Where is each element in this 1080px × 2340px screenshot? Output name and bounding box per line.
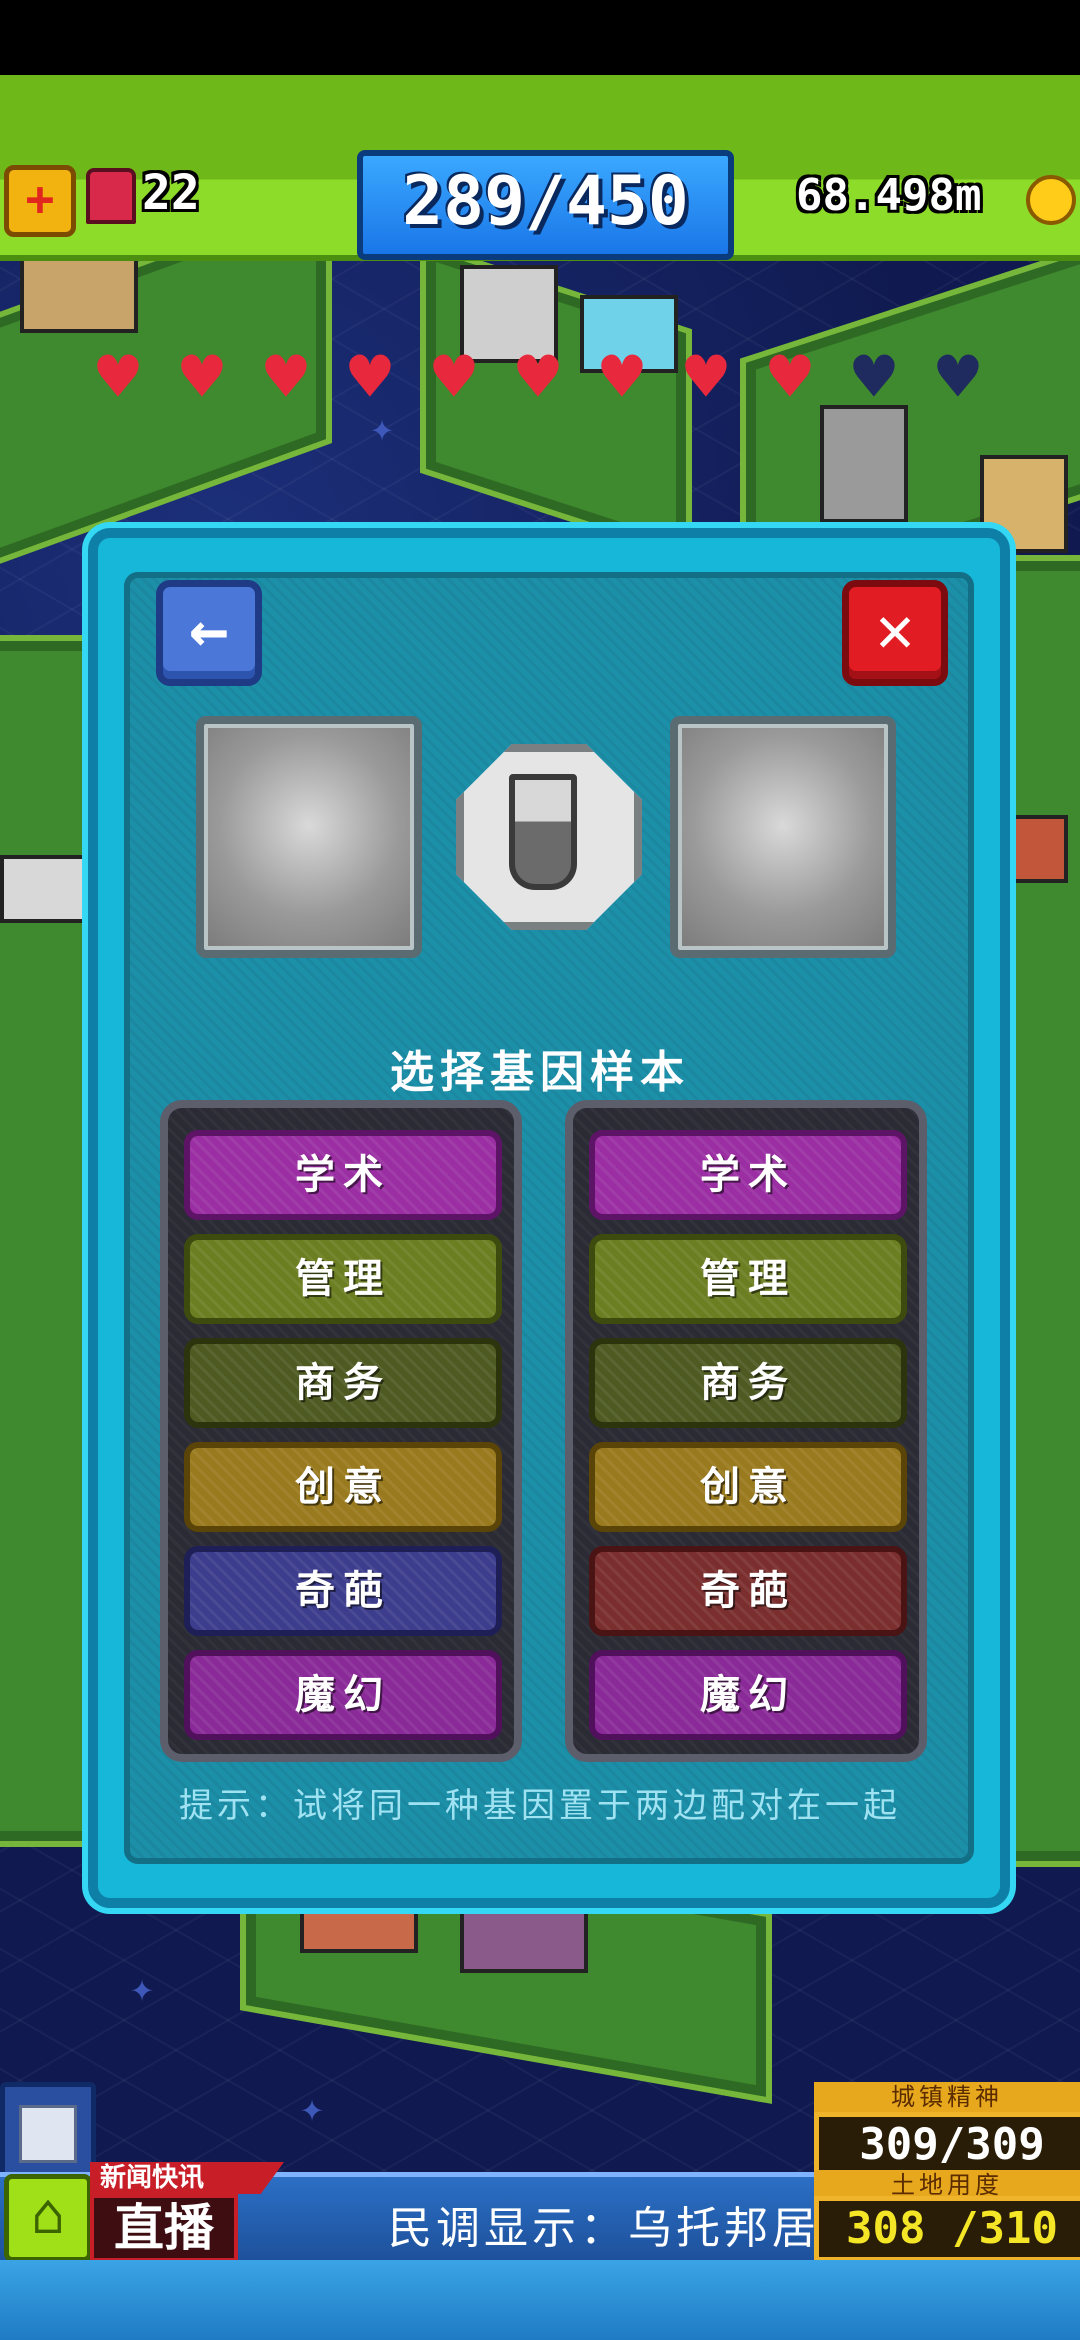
test-tube-icon [509,774,577,890]
gene-button-left[interactable]: 魔幻 [184,1650,502,1740]
plus-icon[interactable]: + [4,165,76,237]
calendar-face [19,2105,77,2163]
live-label: 直播 [90,2194,238,2262]
spirit-value[interactable]: 309/309 [814,2112,1080,2178]
gene-button-right[interactable]: 魔幻 [589,1650,907,1740]
heart-icon: ♥ [516,336,560,418]
star-icon: ✦ [300,2085,325,2131]
heart-icon: ♥ [432,336,476,418]
hint-text: 提示：试将同一种基因置于两边配对在一起 [179,1786,901,1826]
heart-icon: ♥ [600,336,644,418]
money-display: 68.498m [796,170,982,221]
gene-button-left[interactable]: 创意 [184,1442,502,1532]
population-counter[interactable]: 289/450 [357,150,734,260]
tank-count: 22 [142,165,200,221]
gene-button-left[interactable]: 商务 [184,1338,502,1428]
gene-button-right[interactable]: 管理 [589,1234,907,1324]
coin-icon [1026,175,1076,225]
status-bar [0,0,1080,75]
building [460,1905,588,1973]
close-button[interactable]: ✕ [842,580,948,686]
heart-icon: ♥ [684,336,728,418]
back-button[interactable]: ← [156,580,262,686]
heart-icon: ♥ [936,336,980,418]
calendar-icon[interactable] [0,2082,96,2184]
heart-icon: ♥ [768,336,812,418]
gene-button-right[interactable]: 商务 [589,1338,907,1428]
heart-icon: ♥ [96,336,140,418]
home-icon[interactable]: ⌂ [4,2174,92,2262]
building [820,405,908,523]
gene-button-right[interactable]: 学术 [589,1130,907,1220]
land-value[interactable]: 308 /310 [814,2196,1080,2262]
gene-button-left[interactable]: 奇葩 [184,1546,502,1636]
building [0,855,88,923]
gene-button-left[interactable]: 学术 [184,1130,502,1220]
star-icon: ✦ [130,1965,155,2011]
gene-list-left: 学术管理商务创意奇葩魔幻 [160,1100,522,1762]
gene-button-right[interactable]: 创意 [589,1442,907,1532]
gene-list-right: 学术管理商务创意奇葩魔幻 [565,1100,927,1762]
ticker-text: 民调显示：乌托邦居 [388,2203,820,2254]
heart-icon: ♥ [348,336,392,418]
spirit-label: 城镇精神 [814,2082,1080,2112]
heart-icon: ♥ [180,336,224,418]
gene-slot-right[interactable] [670,716,896,958]
dialog-title: 选择基因样本 [390,1047,690,1098]
news-tag: 新闻快讯 [90,2162,284,2194]
gene-tank-icon [86,168,136,224]
gene-slot-left[interactable] [196,716,422,958]
bottom-strip [0,2260,1080,2340]
heart-icon: ♥ [852,336,896,418]
gene-button-right[interactable]: 奇葩 [589,1546,907,1636]
heart-icon: ♥ [264,336,308,418]
gene-button-left[interactable]: 管理 [184,1234,502,1324]
